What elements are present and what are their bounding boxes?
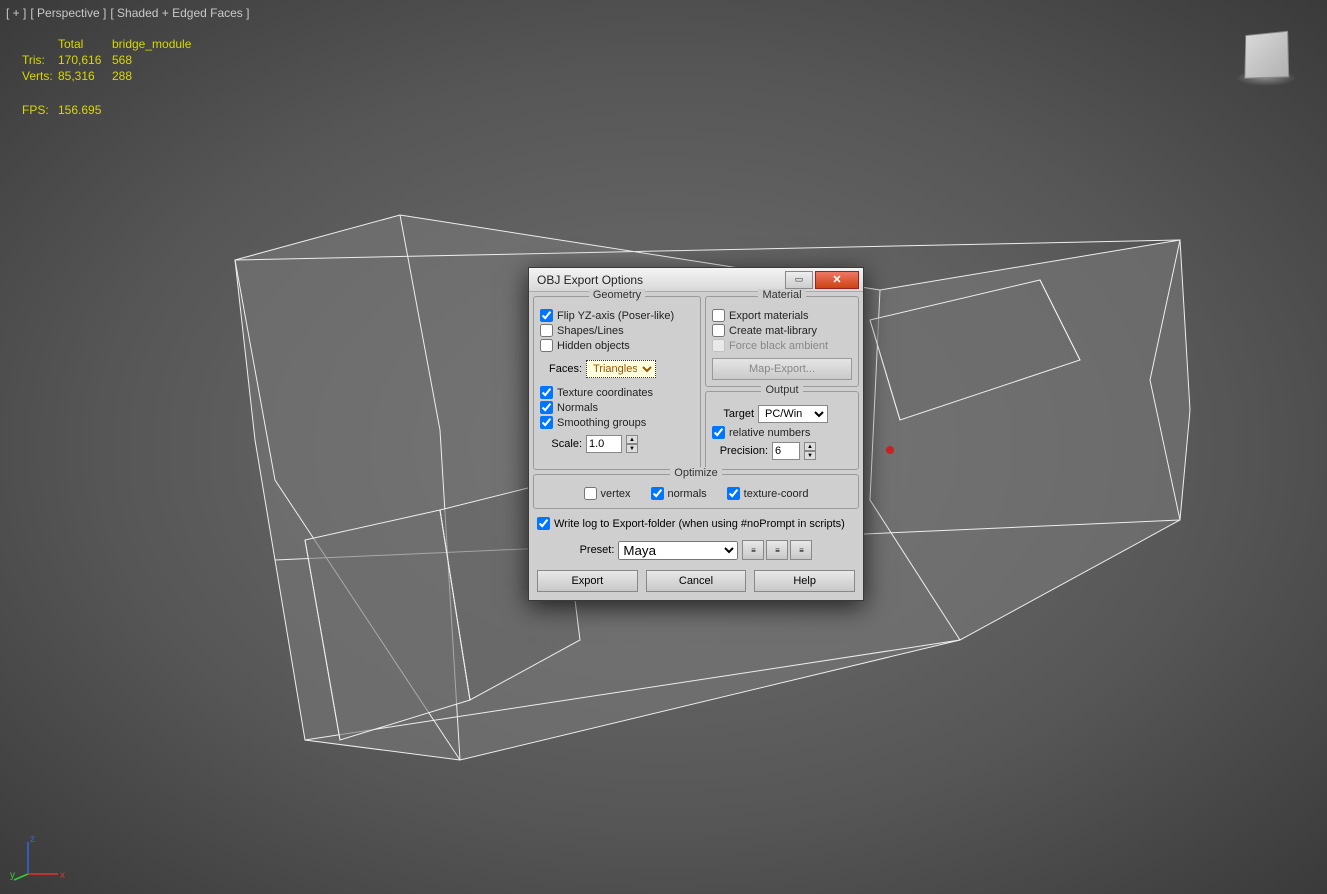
flip-yz-checkbox[interactable]	[540, 309, 553, 322]
faces-select[interactable]: Triangles	[586, 360, 656, 378]
export-mat-checkbox[interactable]	[712, 309, 725, 322]
stats-col1-header: Total	[58, 36, 112, 52]
stats-tris-label: Tris:	[22, 52, 58, 68]
opt-texcoord-checkbox[interactable]	[727, 487, 740, 500]
scale-input[interactable]	[586, 435, 622, 453]
map-export-button: Map-Export...	[712, 358, 852, 380]
stats-tris-total: 170,616	[58, 52, 112, 68]
opt-normals-label: normals	[668, 488, 707, 500]
output-legend: Output	[761, 384, 802, 396]
action-row: Export Cancel Help	[533, 564, 859, 596]
preset-select[interactable]: Maya	[618, 541, 738, 560]
output-group: Output Target PC/Win relative numbers Pr…	[705, 391, 859, 470]
preset-label: Preset:	[580, 544, 615, 556]
smoothing-checkbox[interactable]	[540, 416, 553, 429]
cancel-button[interactable]: Cancel	[646, 570, 747, 592]
precision-input[interactable]	[772, 442, 800, 460]
geometry-legend: Geometry	[589, 289, 645, 301]
texcoord-label: Texture coordinates	[557, 387, 653, 399]
hidden-label: Hidden objects	[557, 340, 630, 352]
axis-y-label: y	[10, 870, 15, 881]
dialog-title: OBJ Export Options	[537, 273, 785, 287]
force-black-checkbox	[712, 339, 725, 352]
preset-btn-2[interactable]: ≡	[766, 540, 788, 560]
optimize-group: Optimize vertex normals texture-coord	[533, 474, 859, 509]
material-legend: Material	[758, 289, 805, 301]
export-mat-label: Export materials	[729, 310, 808, 322]
viewport-shading[interactable]: [ Shaded + Edged Faces ]	[110, 6, 249, 20]
log-row: Write log to Export-folder (when using #…	[533, 513, 859, 536]
axis-gizmo[interactable]: x y z	[10, 832, 70, 882]
scale-down-button[interactable]: ▼	[626, 444, 638, 453]
create-lib-label: Create mat-library	[729, 325, 817, 337]
viewport-label[interactable]: [ + ] [ Perspective ] [ Shaded + Edged F…	[6, 6, 249, 20]
viewport-stats: . Total bridge_module Tris: 170,616 568 …	[22, 36, 191, 118]
stats-verts-total: 85,316	[58, 68, 112, 84]
viewport-plus[interactable]: [ + ]	[6, 6, 26, 20]
faces-label: Faces:	[540, 363, 582, 375]
stats-fps-label: FPS:	[22, 102, 58, 118]
export-button[interactable]: Export	[537, 570, 638, 592]
scale-label: Scale:	[540, 438, 582, 450]
geometry-group: Geometry Flip YZ-axis (Poser-like) Shape…	[533, 296, 701, 470]
smoothing-label: Smoothing groups	[557, 417, 646, 429]
precision-down-button[interactable]: ▼	[804, 451, 816, 460]
opt-vertex-label: vertex	[601, 488, 631, 500]
flip-yz-label: Flip YZ-axis (Poser-like)	[557, 310, 674, 322]
stats-verts-label: Verts:	[22, 68, 58, 84]
normals-label: Normals	[557, 402, 598, 414]
precision-label: Precision:	[712, 445, 768, 457]
log-label: Write log to Export-folder (when using #…	[554, 518, 845, 530]
axis-z-label: z	[30, 834, 35, 845]
viewport-view[interactable]: [ Perspective ]	[30, 6, 106, 20]
optimize-legend: Optimize	[670, 467, 721, 479]
opt-texcoord-label: texture-coord	[744, 488, 809, 500]
log-checkbox[interactable]	[537, 517, 550, 530]
shapes-label: Shapes/Lines	[557, 325, 624, 337]
texcoord-checkbox[interactable]	[540, 386, 553, 399]
force-black-label: Force black ambient	[729, 340, 828, 352]
opt-vertex-checkbox[interactable]	[584, 487, 597, 500]
shapes-checkbox[interactable]	[540, 324, 553, 337]
preset-row: Preset: Maya ≡ ≡ ≡	[533, 536, 859, 564]
relative-label: relative numbers	[729, 427, 810, 439]
obj-export-dialog: OBJ Export Options ▭ ✕ Geometry Flip YZ-…	[528, 267, 864, 601]
target-label: Target	[712, 408, 754, 420]
create-lib-checkbox[interactable]	[712, 324, 725, 337]
maximize-button[interactable]: ▭	[785, 271, 813, 289]
axis-x-label: x	[60, 870, 65, 881]
stats-col2-header: bridge_module	[112, 36, 191, 52]
scale-up-button[interactable]: ▲	[626, 435, 638, 444]
relative-checkbox[interactable]	[712, 426, 725, 439]
stats-tris-obj: 568	[112, 52, 132, 68]
pivot-marker	[886, 446, 894, 454]
hidden-checkbox[interactable]	[540, 339, 553, 352]
stats-fps-value: 156.695	[58, 102, 112, 118]
preset-btn-3[interactable]: ≡	[790, 540, 812, 560]
preset-btn-1[interactable]: ≡	[742, 540, 764, 560]
stats-verts-obj: 288	[112, 68, 132, 84]
target-select[interactable]: PC/Win	[758, 405, 828, 423]
viewcube[interactable]	[1244, 31, 1289, 79]
help-button[interactable]: Help	[754, 570, 855, 592]
opt-normals-checkbox[interactable]	[651, 487, 664, 500]
precision-up-button[interactable]: ▲	[804, 442, 816, 451]
normals-checkbox[interactable]	[540, 401, 553, 414]
close-button[interactable]: ✕	[815, 271, 859, 289]
material-group: Material Export materials Create mat-lib…	[705, 296, 859, 387]
